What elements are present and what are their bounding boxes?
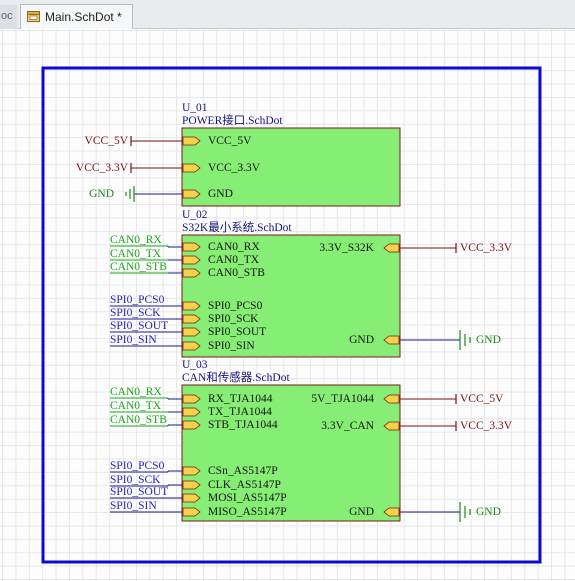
net-label-can0-tx[interactable]: CAN0_TX [110, 400, 161, 412]
sheet-filename[interactable]: CAN和传感器.SchDot [182, 372, 290, 384]
sheet-entry-gnd[interactable]: GND [349, 506, 374, 518]
tab-main-schdot[interactable]: Main.SchDot * [20, 4, 133, 29]
sheet-entry-clk-as5147p[interactable]: CLK_AS5147P [208, 479, 281, 491]
sheet-entry-3-3v-can[interactable]: 3.3V_CAN [321, 420, 374, 432]
sheet-entry-tx-tja1044[interactable]: TX_TJA1044 [208, 406, 272, 418]
sheet-entry-miso-as5147p[interactable]: MISO_AS5147P [208, 506, 287, 518]
tab-label: Main.SchDot * [45, 10, 122, 24]
power-port-vcc-3-3v[interactable]: VCC_3.3V [460, 242, 512, 254]
power-port-vcc-5v[interactable]: VCC_5V [460, 393, 503, 405]
net-label-spi0-sck[interactable]: SPI0_SCK [110, 474, 161, 486]
net-label-spi0-sout[interactable]: SPI0_SOUT [110, 486, 168, 498]
sheet-entry-can0-rx[interactable]: CAN0_RX [208, 241, 260, 253]
sheet-designator[interactable]: U_02 [182, 209, 208, 221]
sheet-entry-can0-tx[interactable]: CAN0_TX [208, 254, 259, 266]
tab-previous-document[interactable]: oc [0, 5, 17, 29]
net-label-spi0-sin[interactable]: SPI0_SIN [110, 500, 157, 512]
sheet-entry-spi0-sout[interactable]: SPI0_SOUT [208, 326, 266, 338]
sheet-filename[interactable]: S32K最小系统.SchDot [182, 222, 292, 234]
schematic-canvas[interactable]: U_01 POWER接口.SchDot VCC_5V VCC_3.3V GND U_02 S… [0, 29, 575, 581]
tab-previous-label: oc [1, 10, 13, 22]
sheet-designator[interactable]: U_01 [182, 102, 208, 114]
power-port-vcc-3-3v[interactable]: VCC_3.3V [76, 162, 128, 174]
power-port-gnd[interactable]: GND [89, 188, 114, 200]
sheet-entry-vcc-5v[interactable]: VCC_5V [208, 135, 251, 147]
sheet-entry-can0-stb[interactable]: CAN0_STB [208, 267, 265, 279]
sheet-entry-rx-tja1044[interactable]: RX_TJA1044 [208, 393, 273, 405]
net-label-can0-stb[interactable]: CAN0_STB [110, 414, 167, 426]
sheet-entry-spi0-sck[interactable]: SPI0_SCK [208, 313, 259, 325]
sheet-entry-spi0-pcs0[interactable]: SPI0_PCS0 [208, 300, 262, 312]
net-label-can0-rx[interactable]: CAN0_RX [110, 386, 162, 398]
schematic-drawing [41, 66, 542, 564]
sheet-entry-csn-as5147p[interactable]: CSn_AS5147P [208, 465, 278, 477]
document-tab-bar: oc Main.SchDot * [0, 0, 575, 29]
net-label-spi0-pcs0[interactable]: SPI0_PCS0 [110, 460, 164, 472]
sheet-entry-vcc-3-3v[interactable]: VCC_3.3V [208, 162, 260, 174]
schematic-document-icon [27, 10, 40, 25]
sheet-entry-gnd[interactable]: GND [208, 188, 233, 200]
power-port-gnd[interactable]: GND [476, 506, 501, 518]
sheet-entry-5v-tja1044[interactable]: 5V_TJA1044 [311, 393, 374, 405]
sheet-filename[interactable]: POWER接口.SchDot [182, 115, 283, 127]
sheet-entry-stb-tja1044[interactable]: STB_TJA1044 [208, 419, 278, 431]
net-label-spi0-sout[interactable]: SPI0_SOUT [110, 320, 168, 332]
sheet-entry-3-3v-s32k[interactable]: 3.3V_S32K [319, 242, 374, 254]
net-label-spi0-sin[interactable]: SPI0_SIN [110, 334, 157, 346]
net-label-spi0-pcs0[interactable]: SPI0_PCS0 [110, 294, 164, 306]
net-label-can0-rx[interactable]: CAN0_RX [110, 234, 162, 246]
power-port-vcc-5v[interactable]: VCC_5V [85, 135, 128, 147]
sheet-entry-mosi-as5147p[interactable]: MOSI_AS5147P [208, 492, 287, 504]
power-port-vcc-3-3v[interactable]: VCC_3.3V [460, 420, 512, 432]
sheet-entry-spi0-sin[interactable]: SPI0_SIN [208, 340, 255, 352]
net-label-can0-stb[interactable]: CAN0_STB [110, 261, 167, 273]
net-label-can0-tx[interactable]: CAN0_TX [110, 248, 161, 260]
net-label-spi0-sck[interactable]: SPI0_SCK [110, 307, 161, 319]
sheet-designator[interactable]: U_03 [182, 359, 208, 371]
power-port-gnd[interactable]: GND [476, 334, 501, 346]
sheet-entry-gnd[interactable]: GND [349, 334, 374, 346]
